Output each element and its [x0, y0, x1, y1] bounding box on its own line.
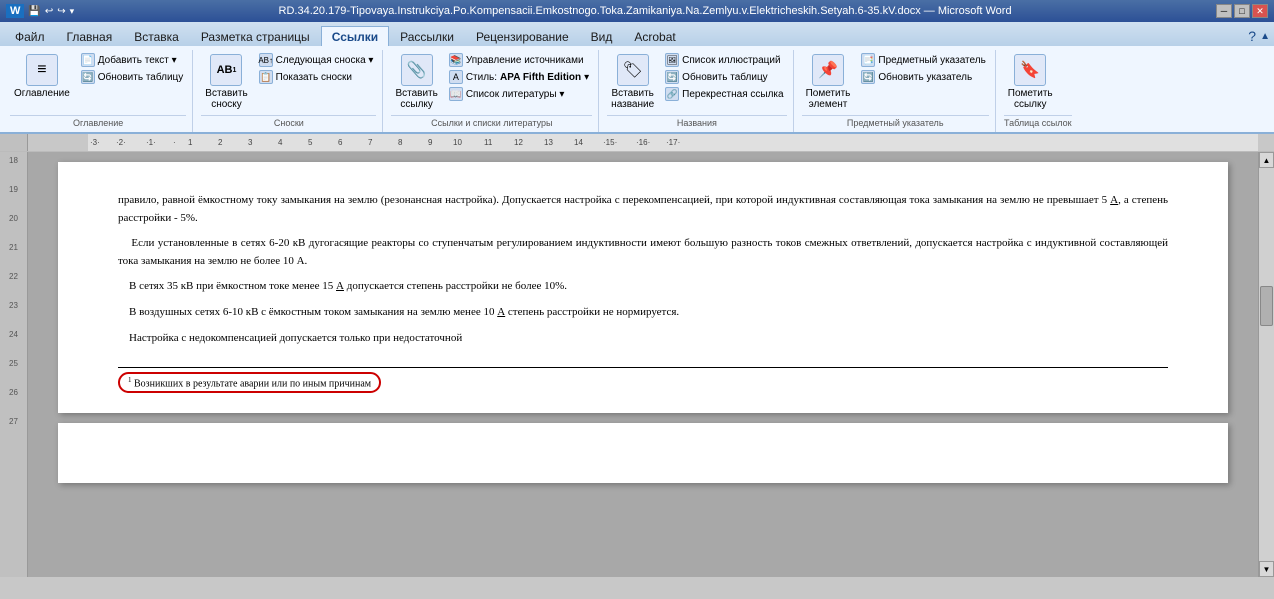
mark-citation-button[interactable]: 🔖 Пометитьссылку [1004, 52, 1057, 112]
paragraph-2: Если установленные в сетях 6-20 кВ дугог… [118, 235, 1168, 270]
tab-acrobat[interactable]: Acrobat [623, 26, 686, 46]
figures-icon: 🖼 [665, 53, 679, 67]
ribbon: ≡ Оглавление 📄 Добавить текст ▾ 🔄 Обнови… [0, 46, 1274, 134]
tab-insert[interactable]: Вставка [123, 26, 190, 46]
caption-icon: 🏷 [617, 54, 649, 86]
value-5a: А [1110, 194, 1118, 206]
scroll-track [1259, 168, 1274, 561]
next-footnote-button[interactable]: AB↑ Следующая сноска ▾ [256, 52, 377, 68]
ribbon-group-index: 📌 Пометитьэлемент 📑 Предметный указатель… [796, 50, 996, 132]
tab-mailings[interactable]: Рассылки [389, 26, 465, 46]
ruler: ·3· ·2· ·1· · 1 2 3 4 5 6 7 8 9 10 11 12… [0, 134, 1274, 152]
index-button[interactable]: 📑 Предметный указатель [858, 52, 988, 68]
footnote-icon: AB1 [210, 54, 242, 86]
window-title: RD.34.20.179-Tipovaya.Instrukciya.Po.Kom… [74, 5, 1216, 17]
citation-icon: 📎 [401, 54, 433, 86]
toc-icon: ≡ [26, 54, 58, 86]
authorities-group-label: Таблица ссылок [1004, 115, 1072, 132]
mark-entry-icon: 📌 [812, 54, 844, 86]
page-text: правило, равной ёмкостному току замыкани… [118, 192, 1168, 347]
toc-button[interactable]: ≡ Оглавление [10, 52, 74, 101]
show-footnotes-icon: 📋 [259, 70, 273, 84]
cross-ref-icon: 🔗 [665, 87, 679, 101]
maximize-button[interactable]: □ [1234, 4, 1250, 18]
content-area: правило, равной ёмкостному току замыкани… [28, 152, 1274, 577]
show-footnotes-button[interactable]: 📋 Показать сноски [256, 69, 377, 85]
word-icon: W [6, 4, 24, 18]
main-area: 18 19 20 21 22 23 24 25 26 27 правило, р… [0, 152, 1274, 577]
manage-sources-icon: 📚 [449, 53, 463, 67]
redo-icon[interactable]: ↪ [57, 6, 65, 17]
scroll-thumb[interactable] [1260, 286, 1273, 326]
ribbon-group-table-of-authorities: 🔖 Пометитьссылку Таблица ссылок [998, 50, 1078, 132]
update-caption-icon: 🔄 [665, 70, 679, 84]
captions-group-label: Названия [607, 115, 786, 132]
value-15a: А [336, 280, 344, 292]
ribbon-group-footnotes: AB1 Вставитьсноску AB↑ Следующая сноска … [195, 50, 383, 132]
quick-save-icon[interactable]: 💾 [28, 6, 40, 17]
left-panel: 18 19 20 21 22 23 24 25 26 27 [0, 152, 28, 577]
footnote-area: 1 Возникших в результате аварии или по и… [118, 367, 1168, 393]
style-icon: A [449, 70, 463, 84]
index-icon: 📑 [861, 53, 875, 67]
mark-citation-icon: 🔖 [1014, 54, 1046, 86]
update-index-icon: 🔄 [861, 70, 875, 84]
value-10a: А [497, 306, 505, 318]
help-icon[interactable]: ? [1248, 28, 1256, 44]
mark-entry-button[interactable]: 📌 Пометитьэлемент [802, 52, 855, 112]
bibliography-icon: 📖 [449, 87, 463, 101]
insert-citation-button[interactable]: 📎 Вставитьссылку [391, 52, 441, 112]
style-arrow: ▾ [584, 72, 589, 83]
citations-group-label: Ссылки и списки литературы [391, 115, 592, 132]
document-page[interactable]: правило, равной ёмкостному току замыкани… [58, 162, 1228, 413]
style-dropdown-button[interactable]: A Стиль: APA Fifth Edition ▾ [446, 69, 592, 85]
tab-file[interactable]: Файл [4, 26, 56, 46]
cross-reference-button[interactable]: 🔗 Перекрестная ссылка [662, 86, 786, 102]
tab-review[interactable]: Рецензирование [465, 26, 580, 46]
ribbon-group-captions: 🏷 Вставитьназвание 🖼 Список иллюстраций … [601, 50, 793, 132]
paragraph-4: В воздушных сетях 6-10 кВ с ёмкостным то… [118, 304, 1168, 322]
tab-references[interactable]: Ссылки [321, 26, 389, 46]
footnote-text: 1 Возникших в результате аварии или по и… [118, 372, 381, 393]
tab-home[interactable]: Главная [56, 26, 124, 46]
tab-page-layout[interactable]: Разметка страницы [190, 26, 321, 46]
scroll-up-button[interactable]: ▲ [1259, 152, 1274, 168]
tab-view[interactable]: Вид [580, 26, 624, 46]
insert-caption-button[interactable]: 🏷 Вставитьназвание [607, 52, 658, 112]
footnotes-group-label: Сноски [201, 115, 376, 132]
insert-footnote-button[interactable]: AB1 Вставитьсноску [201, 52, 251, 112]
add-text-button[interactable]: 📄 Добавить текст ▾ [78, 52, 187, 68]
scroll-down-button[interactable]: ▼ [1259, 561, 1274, 577]
list-of-figures-button[interactable]: 🖼 Список иллюстраций [662, 52, 786, 68]
document-page-2 [58, 423, 1228, 483]
title-bar: W 💾 ↩ ↪ ▾ RD.34.20.179-Tipovaya.Instrukc… [0, 0, 1274, 22]
paragraph-3: В сетях 35 кВ при ёмкостном токе менее 1… [118, 278, 1168, 296]
ribbon-tabs: Файл Главная Вставка Разметка страницы С… [0, 22, 1274, 46]
ribbon-group-citations: 📎 Вставитьссылку 📚 Управление источникам… [385, 50, 599, 132]
update-index-button[interactable]: 🔄 Обновить указатель [858, 69, 988, 85]
undo-icon[interactable]: ↩ [45, 6, 53, 17]
pages-area: правило, равной ёмкостному току замыкани… [28, 152, 1258, 577]
manage-sources-button[interactable]: 📚 Управление источниками [446, 52, 592, 68]
update-toc-icon: 🔄 [81, 70, 95, 84]
index-group-label: Предметный указатель [802, 115, 989, 132]
next-footnote-icon: AB↑ [259, 53, 273, 67]
update-table-caption-button[interactable]: 🔄 Обновить таблицу [662, 69, 786, 85]
vertical-scrollbar[interactable]: ▲ ▼ [1258, 152, 1274, 577]
minimize-ribbon-icon[interactable]: ▲ [1260, 31, 1270, 42]
close-button[interactable]: ✕ [1252, 4, 1268, 18]
style-value: APA Fifth Edition [500, 72, 581, 83]
bibliography-button[interactable]: 📖 Список литературы ▾ [446, 86, 592, 102]
add-text-icon: 📄 [81, 53, 95, 67]
paragraph-5: Настройка с недокомпенсацией допускается… [118, 330, 1168, 348]
paragraph-1: правило, равной ёмкостному току замыкани… [118, 192, 1168, 227]
minimize-button[interactable]: ─ [1216, 4, 1232, 18]
toc-group-label: Оглавление [10, 115, 186, 132]
update-table-toc-button[interactable]: 🔄 Обновить таблицу [78, 69, 187, 85]
ribbon-group-toc: ≡ Оглавление 📄 Добавить текст ▾ 🔄 Обнови… [4, 50, 193, 132]
